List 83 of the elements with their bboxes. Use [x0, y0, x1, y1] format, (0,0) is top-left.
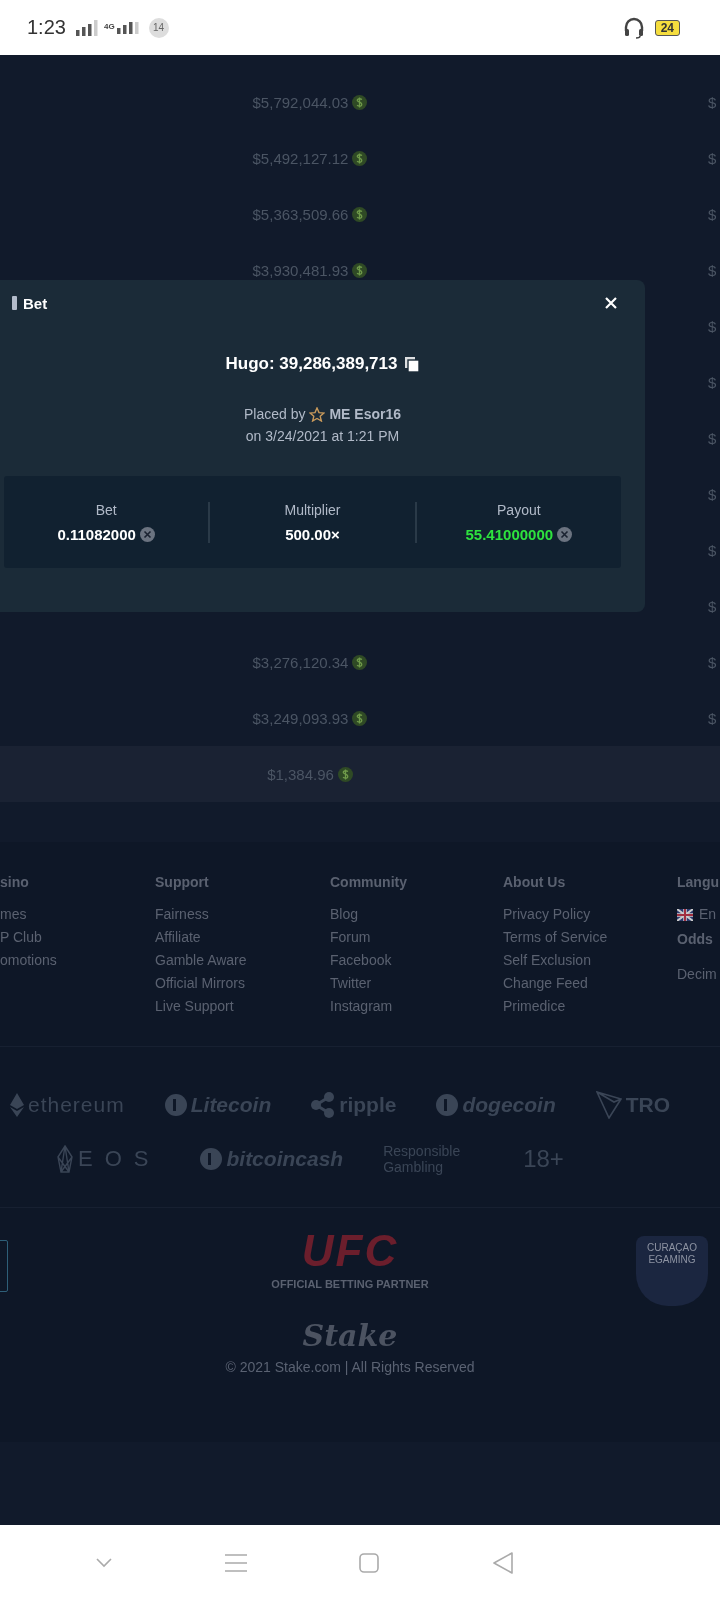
table-cell: $: [708, 709, 717, 727]
footer-heading: Community: [330, 874, 407, 890]
table-cell: $: [708, 485, 717, 503]
stat-value: 55.41000000: [465, 525, 554, 543]
table-cell: $: [708, 261, 717, 279]
stat-label: Multiplier: [284, 501, 341, 518]
footer-heading: Odds: [677, 931, 713, 947]
dollar-coin-icon: [337, 766, 353, 782]
footer-link[interactable]: omotions: [0, 949, 57, 972]
footer-link[interactable]: Live Support: [155, 995, 234, 1018]
status-time: 1:23: [27, 16, 66, 39]
signal-icon: [116, 21, 139, 34]
stat-label: Bet: [95, 501, 117, 518]
footer-link[interactable]: Affiliate: [155, 926, 201, 949]
star-icon: [309, 406, 326, 422]
footer-link[interactable]: Gamble Aware: [155, 949, 247, 972]
stat-value: 500.00×: [285, 525, 340, 543]
battery-level: 24: [654, 19, 680, 36]
footer-link[interactable]: Change Feed: [503, 972, 588, 995]
dollar-coin-icon: [352, 94, 368, 110]
amount-text: $3,930,481.93: [252, 261, 349, 279]
footer-link[interactable]: mes: [0, 903, 27, 926]
table-cell: $: [708, 205, 717, 223]
table-cell: $: [708, 653, 717, 671]
network-type: 4G: [103, 22, 115, 31]
table-cell: $: [708, 93, 717, 111]
chevron-down-icon[interactable]: [96, 1557, 113, 1568]
footer-heading: Langu: [677, 874, 719, 890]
bet-id: Hugo: 39,286,389,713: [225, 354, 398, 374]
footer-link[interactable]: Facebook: [330, 949, 392, 972]
user-link[interactable]: ME Esor16: [329, 406, 402, 422]
table-cell: $: [708, 597, 717, 615]
home-icon[interactable]: [359, 1552, 380, 1573]
bet-date: on 3/24/2021 at 1:21 PM: [244, 428, 401, 444]
back-icon[interactable]: [491, 1551, 514, 1574]
amount-text: $5,363,509.66: [252, 205, 349, 223]
table-cell: $: [708, 149, 717, 167]
headphones-icon: [622, 16, 645, 39]
stat-label: Payout: [497, 501, 541, 518]
table-cell: $: [708, 373, 717, 391]
footer-link[interactable]: Twitter: [330, 972, 372, 995]
footer-link[interactable]: Fairness: [155, 903, 209, 926]
amount-text: $3,276,120.34: [252, 653, 349, 671]
amount-text: $5,492,127.12: [252, 149, 349, 167]
table-cell: $: [708, 429, 717, 447]
footer-link[interactable]: P Club: [0, 926, 42, 949]
menu-icon[interactable]: [224, 1553, 247, 1572]
footer-link[interactable]: Official Mirrors: [155, 972, 245, 995]
license-badge: CURAÇAO EGAMING: [636, 1236, 708, 1306]
footer-link[interactable]: Forum: [330, 926, 371, 949]
footer-link[interactable]: Primedice: [503, 995, 566, 1018]
flag-icon: [677, 908, 693, 921]
currency-icon: [557, 526, 573, 542]
language-selector[interactable]: En: [699, 903, 717, 926]
footer-link[interactable]: Privacy Policy: [503, 903, 591, 926]
footer-link[interactable]: Self Exclusion: [503, 949, 591, 972]
modal-title: Bet: [23, 294, 48, 312]
footer-link[interactable]: Blog: [330, 903, 359, 926]
dollar-coin-icon: [352, 710, 368, 726]
table-cell: $: [708, 317, 717, 335]
footer-heading: About Us: [503, 874, 566, 890]
dollar-coin-icon: [352, 206, 368, 222]
partner-tagline: OFFICIAL BETTING PARTNER: [271, 1278, 430, 1290]
amount-text: $3,249,093.93: [252, 709, 349, 727]
table-cell: $: [708, 541, 717, 559]
copyright-text: © 2021 Stake.com | All Rights Reserved: [225, 1359, 476, 1375]
signal-icon: [75, 19, 98, 36]
odds-selector[interactable]: Decim: [677, 963, 717, 986]
dollar-coin-icon: [352, 150, 368, 166]
ufc-logo: UFC: [301, 1228, 400, 1274]
notification-count: 14: [148, 17, 169, 38]
footer-link[interactable]: Terms of Service: [503, 926, 608, 949]
placed-by-label: Placed by: [243, 406, 306, 422]
dollar-coin-icon: [352, 654, 368, 670]
footer-heading: sino: [0, 874, 29, 890]
brand-logo: Stake: [302, 1318, 399, 1353]
stat-value: 0.11082000: [57, 525, 136, 543]
footer-link[interactable]: Instagram: [330, 995, 393, 1018]
copy-icon[interactable]: [405, 356, 420, 372]
amount-text: $5,792,044.03: [252, 93, 349, 111]
currency-icon: [139, 526, 155, 542]
dollar-coin-icon: [352, 262, 368, 278]
footer-heading: Support: [155, 874, 209, 890]
